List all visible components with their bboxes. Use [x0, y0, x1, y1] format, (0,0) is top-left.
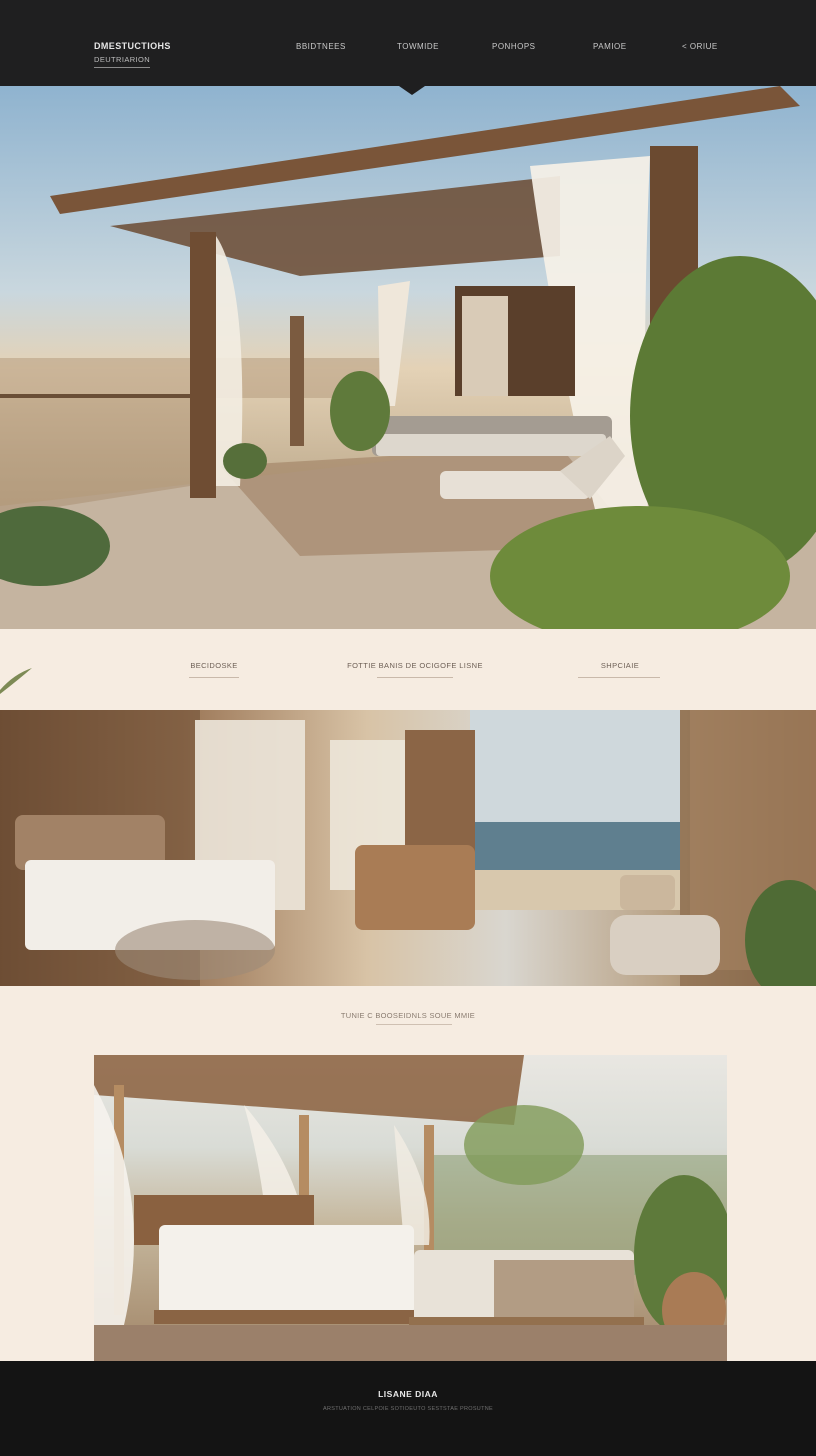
nav-link-back[interactable]: < ORIUE [682, 42, 718, 51]
nav-link-1[interactable]: BBIDTNEES [296, 42, 346, 51]
terrace-illustration [94, 1055, 727, 1361]
band-underline-2 [377, 677, 453, 678]
section-caption: TUNIE C BOOSEIDNLS SOUE MMIE [340, 1011, 476, 1020]
band-heading-3: SHPCIAIE [600, 661, 640, 670]
terrace-beds-image [94, 1055, 727, 1361]
band-underline-1 [189, 677, 239, 678]
band-underline-3 [578, 677, 660, 678]
hero-illustration [0, 86, 816, 629]
brand-tagline: DEUTRIARION [94, 55, 151, 68]
brand-logo[interactable]: DMESTUCTIOHS [94, 41, 171, 51]
bedroom-sea-view-image [0, 710, 816, 986]
nav-link-2[interactable]: TOWMIDE [397, 42, 439, 51]
nav-link-3[interactable]: PONHOPS [492, 42, 536, 51]
band-heading-2: FOTTIE BANIS DE OCIGOFE LISNE [347, 661, 483, 670]
palm-leaf-icon [0, 668, 32, 694]
footer-subtitle: ARSTUATION CELPOIE SOTIOEUTO SESTSTAE PR… [323, 1406, 493, 1412]
caption-underline [376, 1024, 452, 1025]
hero-image [0, 86, 816, 629]
strip-illustration [0, 710, 816, 986]
band-heading-1: BECIDOSKE [190, 661, 238, 670]
nav-active-indicator [399, 86, 425, 95]
footer-title: LISANE DIAA [378, 1389, 438, 1399]
nav-link-4[interactable]: PAMIOE [593, 42, 627, 51]
